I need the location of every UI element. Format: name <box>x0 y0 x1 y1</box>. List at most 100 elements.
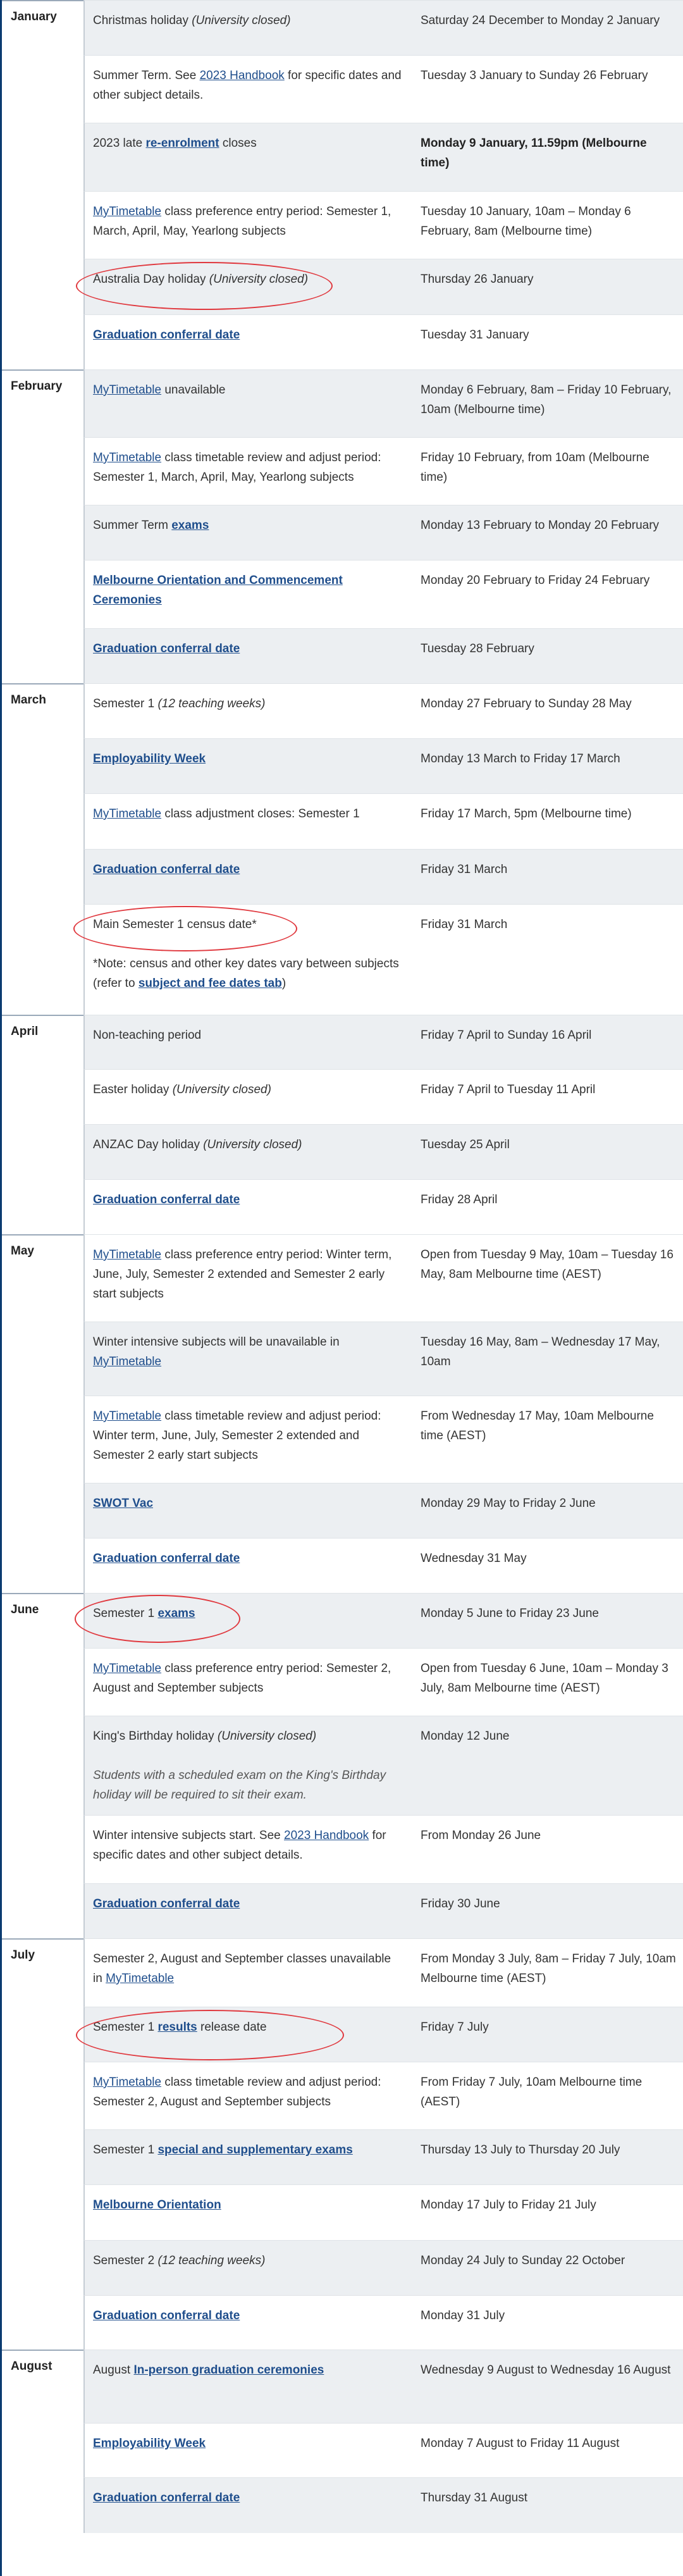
event-link[interactable]: MyTimetable <box>93 451 161 464</box>
event-link[interactable]: Graduation conferral date <box>93 328 240 342</box>
month-label-august: August <box>2 2350 83 2533</box>
calendar-row: Christmas holiday (University closed) Sat… <box>83 0 683 55</box>
calendar-row: Melbourne Orientation and Commencement C… <box>83 560 683 628</box>
calendar-row: Main Semester 1 census date* *Note: censu… <box>73 904 683 1015</box>
event-link[interactable]: MyTimetable <box>93 1248 161 1261</box>
calendar-row: Winter intensive subjects start. See 202… <box>83 1815 683 1883</box>
event-date: Open from Tuesday 6 June, 10am – Monday … <box>421 1662 668 1695</box>
event-date: Monday 20 February to Friday 24 February <box>421 574 650 587</box>
calendar-row: Semester 2 (12 teaching weeks) Monday 24 … <box>83 2240 683 2295</box>
event-date: Friday 7 April to Sunday 16 April <box>421 1029 592 1042</box>
month-label-april: April <box>2 1015 83 1234</box>
event-text: release date <box>197 2021 267 2034</box>
event-link[interactable]: results <box>157 2021 197 2034</box>
event-link[interactable]: Melbourne Orientation and Commencement C… <box>93 574 343 607</box>
event-text: Summer Term <box>93 519 172 532</box>
event-link[interactable]: subject and fee dates tab <box>138 977 282 990</box>
event-text: Easter holiday <box>93 1083 173 1096</box>
event-link[interactable]: MyTimetable <box>93 383 161 397</box>
event-link[interactable]: Melbourne Orientation <box>93 2198 221 2212</box>
event-link[interactable]: Graduation conferral date <box>93 642 240 655</box>
event-date: Monday 5 June to Friday 23 June <box>421 1607 600 1620</box>
calendar-row: SWOT Vac Monday 29 May to Friday 2 June <box>83 1483 683 1538</box>
event-link[interactable]: MyTimetable <box>93 1355 161 1368</box>
event-text: ) <box>281 977 286 990</box>
calendar-row: Melbourne Orientation Monday 17 July to F… <box>83 2184 683 2240</box>
event-date: Thursday 26 January <box>421 273 534 286</box>
event-date: Friday 30 June <box>421 1897 500 1910</box>
event-text: August <box>93 2363 134 2377</box>
event-description: ANZAC Day holiday (University closed) <box>93 1135 402 1155</box>
event-link[interactable]: Employability Week <box>93 752 206 765</box>
event-description: Summer Term. See 2023 Handbook for speci… <box>93 66 402 105</box>
event-text: King's Birthday holiday <box>93 1730 218 1743</box>
event-link[interactable]: 2023 Handbook <box>284 1829 369 1842</box>
event-link[interactable]: 2023 Handbook <box>200 69 285 82</box>
event-date: Friday 7 July <box>421 2021 489 2034</box>
event-link[interactable]: Graduation conferral date <box>93 2491 240 2505</box>
event-description: MyTimetable class adjustment closes: Sem… <box>93 804 402 824</box>
calendar-row: Graduation conferral date Tuesday 31 Janu… <box>83 314 683 369</box>
calendar-row: Graduation conferral date Monday 31 July <box>83 2295 683 2350</box>
event-link[interactable]: MyTimetable <box>93 807 161 820</box>
event-link[interactable]: MyTimetable <box>93 1409 161 1423</box>
calendar-row: Summer Term. See 2023 Handbook for speci… <box>83 55 683 123</box>
event-link[interactable]: In-person graduation ceremonies <box>133 2363 324 2377</box>
event-description: Semester 2, August and September classes… <box>93 1949 402 1988</box>
event-date: Monday 27 February to Sunday 28 May <box>421 697 632 710</box>
event-text: Main Semester 1 census date* <box>93 918 257 931</box>
event-text: Semester 1 <box>93 697 158 710</box>
event-link[interactable]: re-enrolment <box>145 137 219 150</box>
event-date: Saturday 24 December to Monday 2 January <box>421 14 660 27</box>
event-description: Graduation conferral date <box>93 1894 402 1914</box>
event-link[interactable]: Graduation conferral date <box>93 2309 240 2322</box>
event-description: Graduation conferral date <box>93 1549 402 1568</box>
event-date: Monday 7 August to Friday 11 August <box>421 2437 620 2450</box>
event-link[interactable]: Graduation conferral date <box>93 863 240 876</box>
calendar-row: MyTimetable class adjustment closes: Sem… <box>83 793 683 849</box>
event-description: Melbourne Orientation and Commencement C… <box>93 571 402 610</box>
event-link[interactable]: Graduation conferral date <box>93 1552 240 1565</box>
calendar-row: Graduation conferral date Thursday 31 Aug… <box>83 2477 683 2533</box>
event-link[interactable]: exams <box>171 519 209 532</box>
event-link[interactable]: Graduation conferral date <box>93 1897 240 1910</box>
event-description: MyTimetable class timetable review and a… <box>93 448 402 487</box>
event-description: August In-person graduation ceremonies <box>93 2360 402 2380</box>
event-description: MyTimetable class timetable review and a… <box>93 2072 402 2112</box>
event-date: Friday 17 March, 5pm (Melbourne time) <box>421 807 632 820</box>
event-date: Tuesday 16 May, 8am – Wednesday 17 May, … <box>421 1335 660 1368</box>
event-link[interactable]: SWOT Vac <box>93 1497 153 1510</box>
event-link[interactable]: special and supplementary exams <box>157 2143 352 2157</box>
event-description: MyTimetable class preference entry perio… <box>93 1245 402 1304</box>
event-description: Main Semester 1 census date* *Note: censu… <box>93 915 402 993</box>
event-date: Monday 24 July to Sunday 22 October <box>421 2254 625 2267</box>
event-description: Winter intensive subjects will be unavai… <box>93 1332 402 1372</box>
event-link[interactable]: Employability Week <box>93 2437 206 2450</box>
event-link[interactable]: MyTimetable <box>106 1972 174 1985</box>
calendar-row: August In-person graduation ceremonies We… <box>83 2350 683 2423</box>
event-note: Students with a scheduled exam on the Ki… <box>93 1769 386 1802</box>
event-link[interactable]: MyTimetable <box>93 205 161 218</box>
event-description: MyTimetable unavailable <box>93 380 402 400</box>
event-description: Graduation conferral date <box>93 325 402 345</box>
event-date: Monday 13 March to Friday 17 March <box>421 752 620 765</box>
event-link[interactable]: MyTimetable <box>93 1662 161 1675</box>
event-text: Australia Day holiday <box>93 273 209 286</box>
event-description: Graduation conferral date <box>93 639 402 659</box>
event-link[interactable]: MyTimetable <box>93 2076 161 2089</box>
calendar-row: Non-teaching period Friday 7 April to Sun… <box>83 1015 683 1069</box>
event-description: Semester 1 special and supplementary exa… <box>93 2140 402 2160</box>
calendar-row: Employability Week Monday 13 March to Fri… <box>83 738 683 793</box>
event-date: Tuesday 10 January, 10am – Monday 6 Febr… <box>421 205 631 238</box>
event-text: ANZAC Day holiday <box>93 1138 204 1151</box>
event-description: Non-teaching period <box>93 1025 402 1045</box>
event-description: 2023 late re-enrolment closes <box>93 133 402 153</box>
event-date: From Monday 3 July, 8am – Friday 7 July,… <box>421 1952 676 1985</box>
calendar-row: Semester 2, August and September classes… <box>83 1938 683 2007</box>
event-date: Monday 31 July <box>421 2309 505 2322</box>
event-link[interactable]: Graduation conferral date <box>93 1193 240 1206</box>
event-link[interactable]: exams <box>157 1607 195 1620</box>
event-text: (University closed) <box>209 273 309 286</box>
event-description: Semester 1 (12 teaching weeks) <box>93 694 402 714</box>
event-description: Graduation conferral date <box>93 2306 402 2325</box>
